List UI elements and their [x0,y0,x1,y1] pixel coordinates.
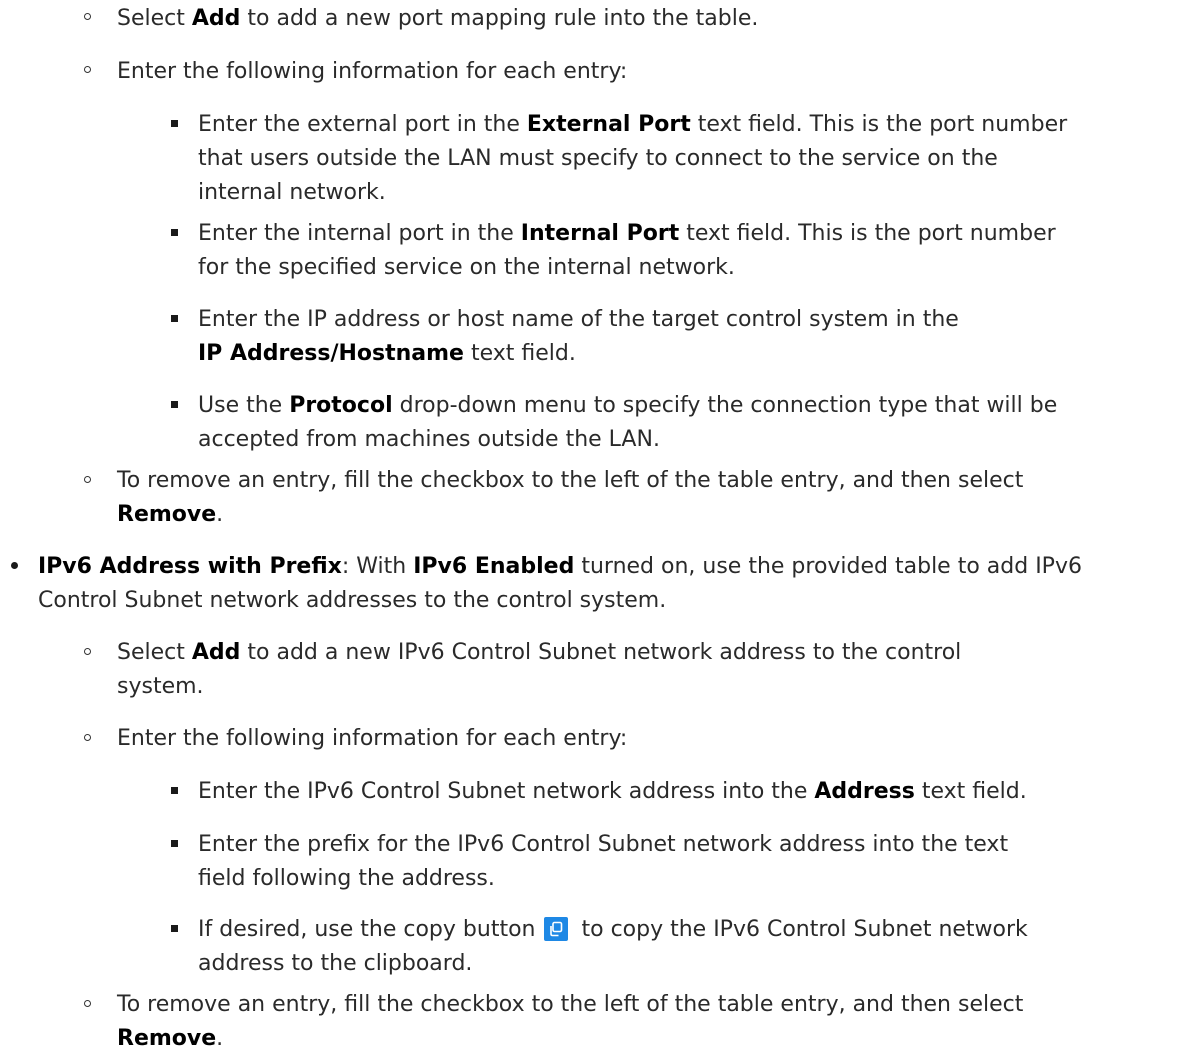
internal-port-item: Enter the internal port in the Internal … [198,221,1056,246]
internal-port-line2: for the specified service on the interna… [198,255,735,280]
hollow-bullet [84,476,91,483]
external-port-line2: that users outside the LAN must specify … [198,146,998,171]
ip-address-label: IP Address/Hostname [198,341,464,366]
ip-address-line2: IP Address/Hostname text field. [198,341,576,366]
protocol-label: Protocol [289,393,393,418]
remove-line2: Remove. [117,502,224,527]
ipv6-heading-item: IPv6 Address with Prefix: With IPv6 Enab… [38,554,1082,579]
add-label: Add [191,6,241,31]
ipv6-prefix-line2: field following the address. [198,866,495,891]
address-label: Address [814,779,915,804]
external-port-item: Enter the external port in the External … [198,112,1068,137]
add-rule-item: Select Add to add a new port mapping rul… [117,6,759,31]
ipv6-copy-line2: address to the clipboard. [198,951,473,976]
hollow-bullet [84,734,91,741]
internal-port-label: Internal Port [520,221,680,246]
ipv6-add-label: Add [191,640,241,665]
remove-item: To remove an entry, fill the checkbox to… [117,468,1024,493]
ipv6-heading-label: IPv6 Address with Prefix [38,554,342,579]
square-bullet [171,925,178,932]
square-bullet [171,315,178,322]
ipv6-info-intro: Enter the following information for each… [117,726,628,751]
copy-button[interactable] [544,917,569,941]
ipv6-remove-item: To remove an entry, fill the checkbox to… [117,992,1024,1017]
remove-label: Remove [117,502,217,527]
info-intro: Enter the following information for each… [117,59,628,84]
ipv6-copy-item: If desired, use the copy button to copy … [198,917,1028,942]
hollow-bullet [84,648,91,655]
ip-address-item: Enter the IP address or host name of the… [198,307,959,332]
ipv6-add-item: Select Add to add a new IPv6 Control Sub… [117,640,962,665]
ipv6-remove-label: Remove [117,1026,217,1051]
round-bullet [11,562,18,569]
copy-icon [550,921,563,937]
square-bullet [171,840,178,847]
square-bullet [171,120,178,127]
protocol-line2: accepted from machines outside the LAN. [198,427,660,452]
protocol-item: Use the Protocol drop-down menu to speci… [198,393,1058,418]
ipv6-add-line2: system. [117,674,204,699]
ipv6-heading-line2: Control Subnet network addresses to the … [38,588,667,613]
square-bullet [171,787,178,794]
ipv6-remove-line2: Remove. [117,1026,224,1051]
ipv6-address-item: Enter the IPv6 Control Subnet network ad… [198,779,1027,804]
hollow-bullet [84,1000,91,1007]
hollow-bullet [84,66,91,73]
external-port-label: External Port [526,112,691,137]
ipv6-enabled-label: IPv6 Enabled [413,554,575,579]
external-port-line3: internal network. [198,180,386,205]
square-bullet [171,401,178,408]
ipv6-prefix-item: Enter the prefix for the IPv6 Control Su… [198,832,1009,857]
square-bullet [171,229,178,236]
hollow-bullet [84,13,91,20]
